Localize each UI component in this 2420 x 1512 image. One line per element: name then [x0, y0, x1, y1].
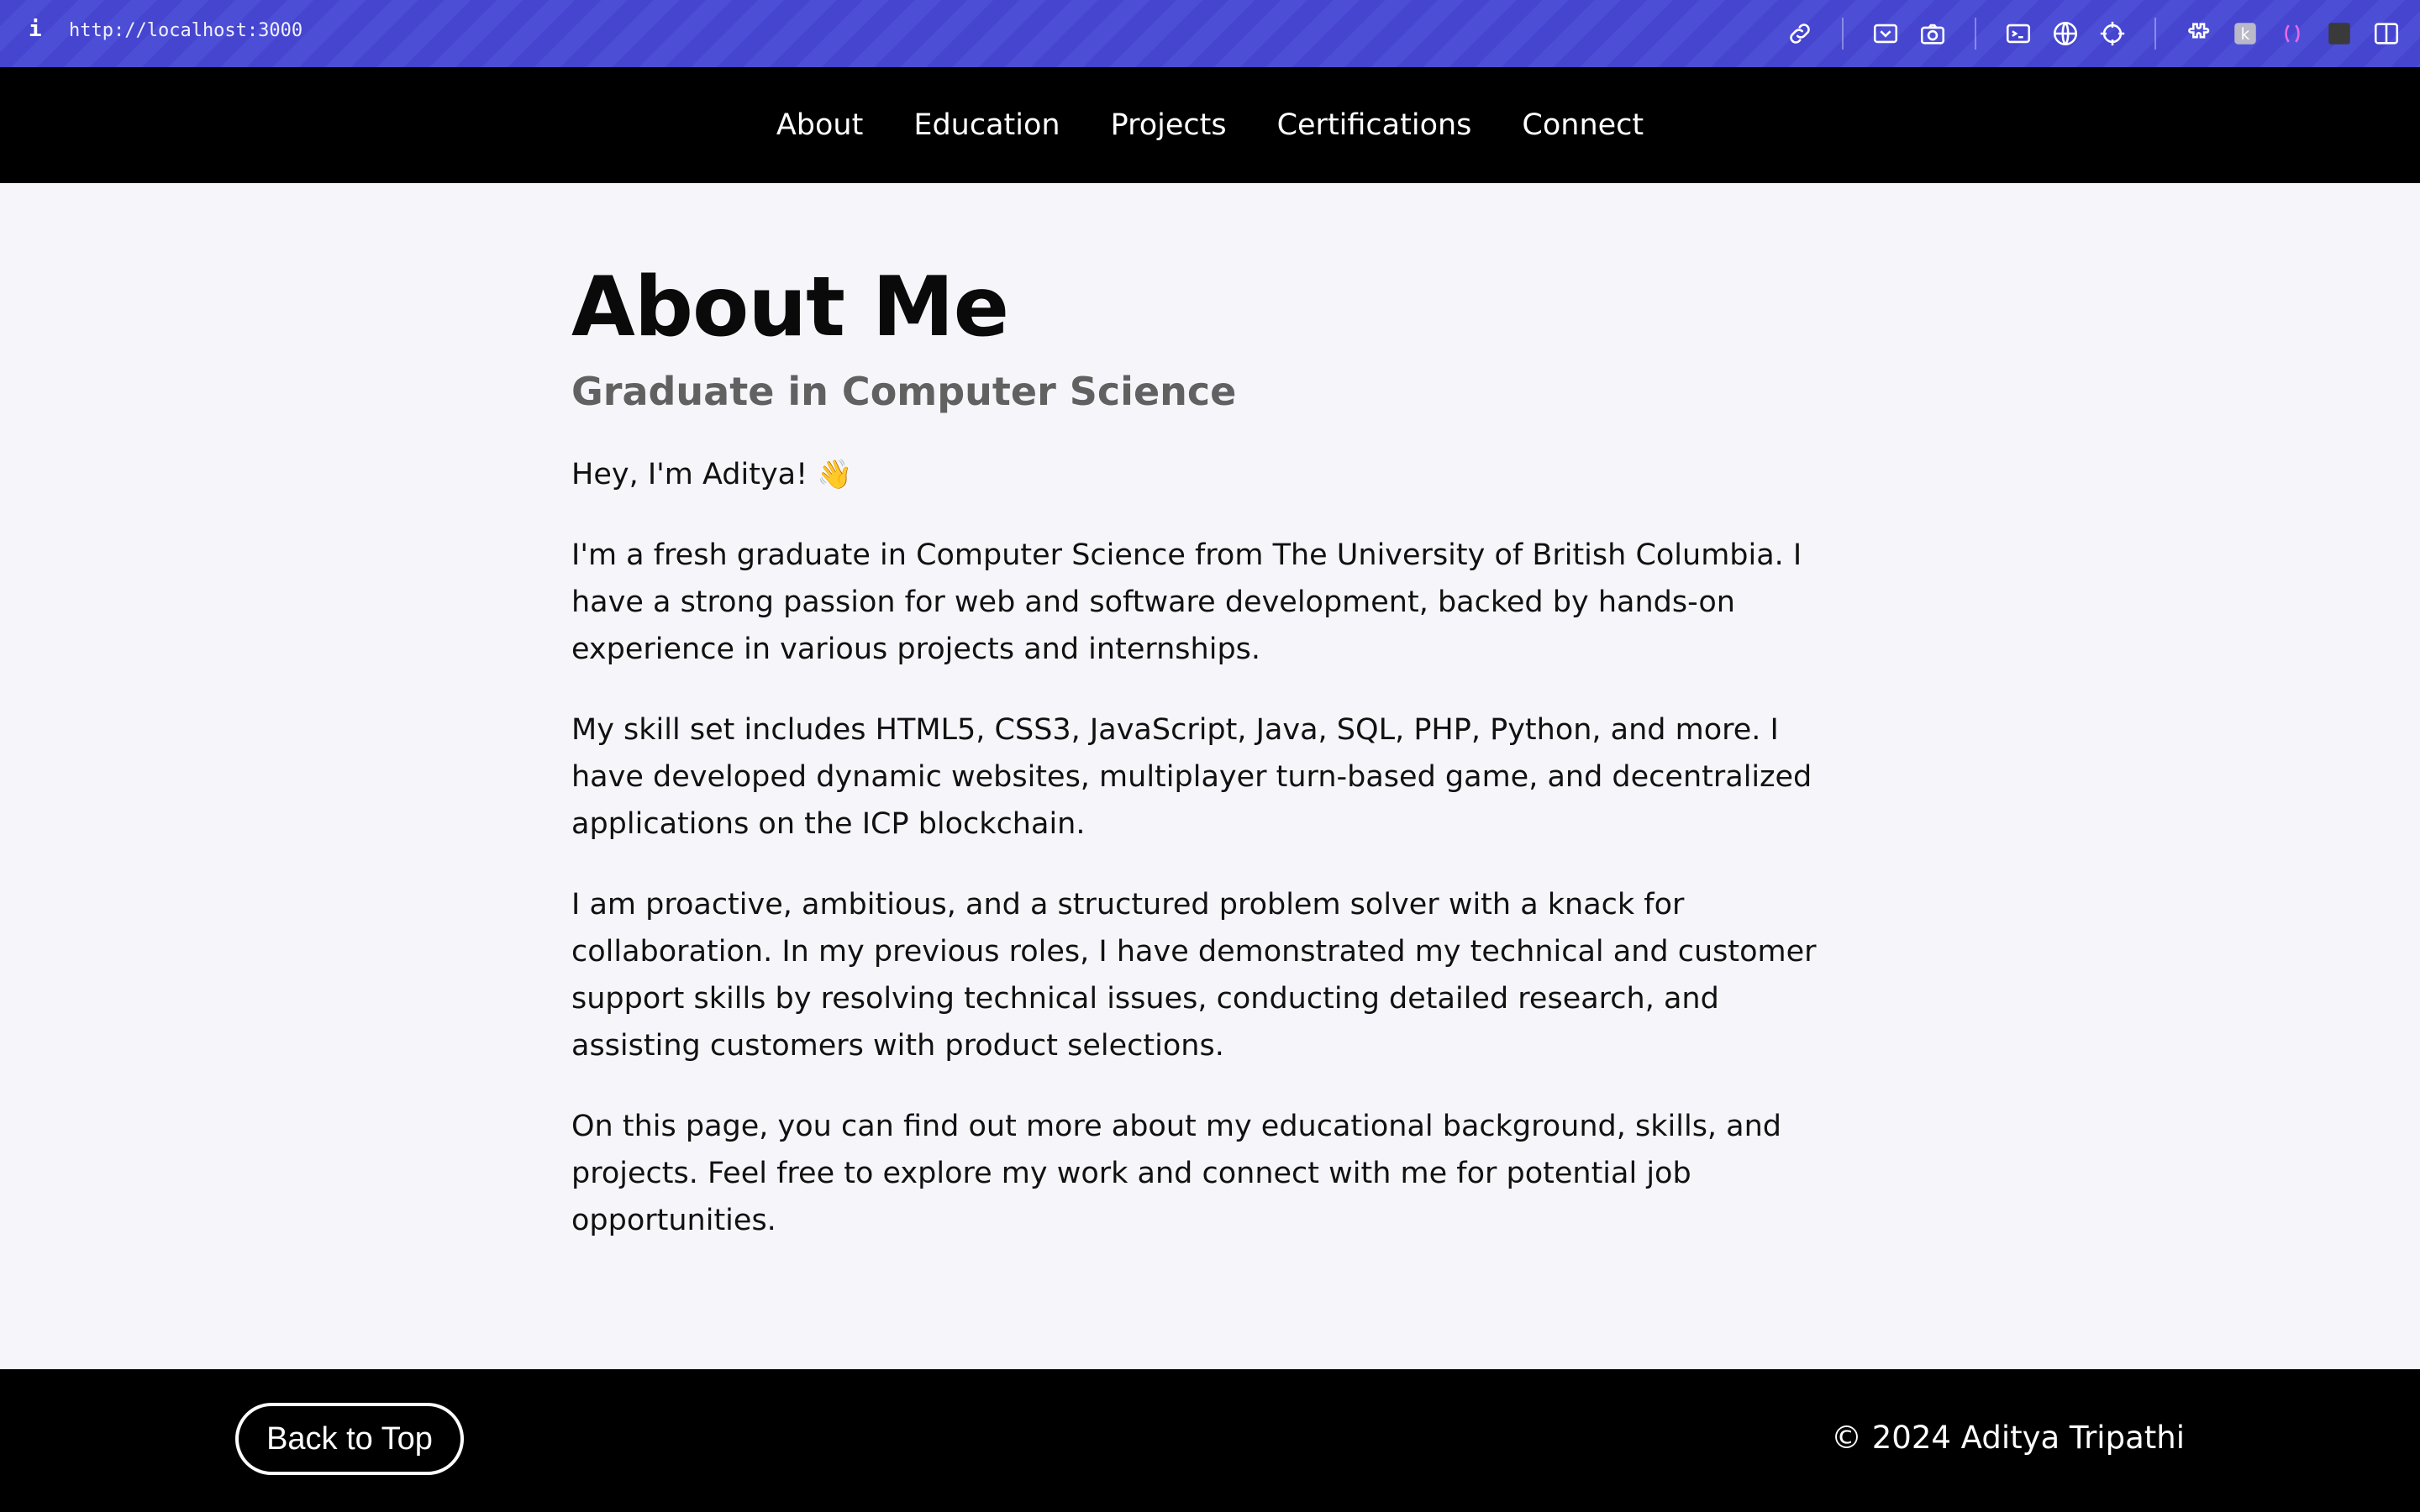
- about-section: About Me Graduate in Computer Science He…: [571, 183, 1849, 1244]
- browser-toolbar: i http://localhost:3000 k: [0, 0, 2420, 67]
- greeting-text: Hey, I'm Aditya!: [571, 457, 808, 491]
- camera-icon[interactable]: [1914, 15, 1951, 52]
- nav-link-certifications[interactable]: Certifications: [1277, 108, 1472, 142]
- nav-link-education[interactable]: Education: [913, 108, 1060, 142]
- about-paragraph: On this page, you can find out more abou…: [571, 1109, 1782, 1237]
- dark-square-icon[interactable]: [2321, 15, 2358, 52]
- toolbar-divider: [1842, 18, 1844, 50]
- greeting: Hey, I'm Aditya! 👋: [571, 451, 1849, 498]
- site-navigation: About Education Projects Certifications …: [0, 67, 2420, 183]
- copyright-text: © 2024 Aditya Tripathi: [1830, 1420, 2185, 1456]
- nav-link-connect[interactable]: Connect: [1522, 108, 1644, 142]
- extension-k-icon[interactable]: k: [2227, 15, 2264, 52]
- waving-hand-icon: 👋: [817, 457, 853, 491]
- svg-text:k: k: [2241, 26, 2250, 44]
- terminal-icon[interactable]: [2000, 15, 2037, 52]
- about-paragraph: My skill set includes HTML5, CSS3, JavaS…: [571, 712, 1812, 841]
- toolbar-divider: [1975, 18, 1976, 50]
- parentheses-icon[interactable]: [2274, 15, 2311, 52]
- about-paragraph: I'm a fresh graduate in Computer Science…: [571, 538, 1802, 666]
- nav-link-projects[interactable]: Projects: [1111, 108, 1227, 142]
- site-footer: Back to Top © 2024 Aditya Tripathi: [0, 1369, 2420, 1512]
- globe-icon[interactable]: [2047, 15, 2084, 52]
- nav-link-about[interactable]: About: [776, 108, 863, 142]
- about-paragraph: I am proactive, ambitious, and a structu…: [571, 887, 1817, 1063]
- site-info-icon[interactable]: i: [29, 17, 42, 42]
- extensions-icon[interactable]: [2180, 15, 2217, 52]
- toolbar-icon-group: k: [1771, 15, 2405, 52]
- split-view-icon[interactable]: [2368, 15, 2405, 52]
- crosshair-icon[interactable]: [2094, 15, 2131, 52]
- link-icon[interactable]: [1781, 15, 1818, 52]
- screenshot-region-icon[interactable]: [1867, 15, 1904, 52]
- page-subtitle: Graduate in Computer Science: [571, 368, 1237, 414]
- page-title: About Me: [571, 260, 1009, 355]
- back-to-top-button[interactable]: Back to Top: [235, 1403, 464, 1475]
- toolbar-divider: [2154, 18, 2156, 50]
- address-bar-url[interactable]: http://localhost:3000: [69, 20, 302, 41]
